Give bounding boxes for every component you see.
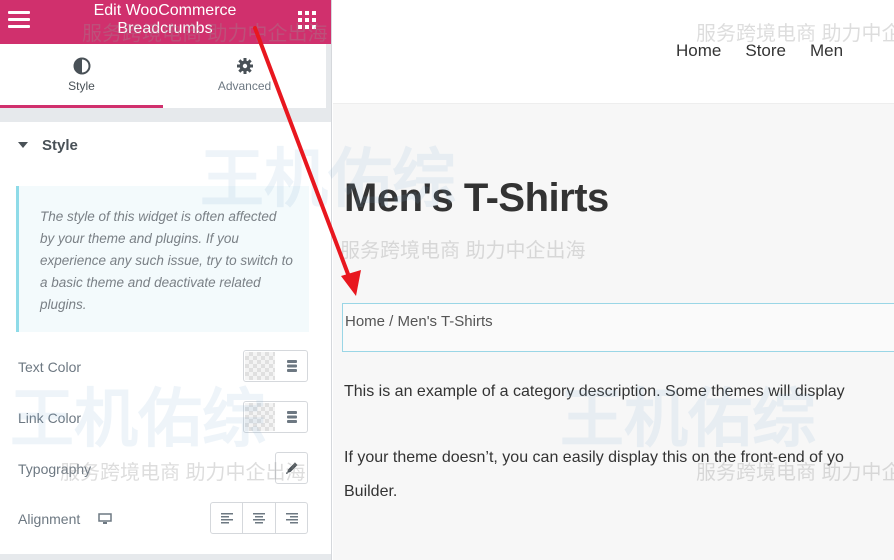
text-color-picker[interactable] bbox=[243, 350, 308, 382]
breadcrumb: Home / Men's T-Shirts bbox=[345, 313, 493, 330]
site-header: Home Store Men bbox=[333, 0, 894, 104]
page-preview: Home Store Men Men's T-Shirts Home / Men… bbox=[333, 0, 894, 560]
breadcrumbs-widget[interactable]: Home / Men's T-Shirts bbox=[342, 303, 894, 352]
typography-control: Typography bbox=[18, 452, 318, 486]
panel-tabs: Style Advanced bbox=[0, 44, 331, 108]
tab-style[interactable]: Style bbox=[0, 44, 163, 108]
tab-advanced-label: Advanced bbox=[217, 79, 272, 93]
color-swatch[interactable] bbox=[245, 403, 275, 431]
contrast-icon bbox=[73, 57, 90, 75]
tab-style-label: Style bbox=[68, 79, 95, 93]
tab-advanced[interactable]: Advanced bbox=[163, 44, 326, 108]
section-title: Style bbox=[42, 137, 78, 154]
alignment-label: Alignment bbox=[18, 511, 81, 527]
caret-down-icon bbox=[18, 142, 28, 148]
text-color-control: Text Color bbox=[18, 350, 318, 384]
hamburger-icon[interactable] bbox=[8, 11, 30, 29]
panel-header: Edit WooCommerce Breadcrumbs bbox=[0, 0, 331, 44]
desktop-icon[interactable] bbox=[98, 513, 112, 525]
alignment-control: Alignment bbox=[18, 502, 318, 536]
panel-title: Edit WooCommerce Breadcrumbs bbox=[93, 2, 237, 37]
align-center-button[interactable] bbox=[243, 503, 276, 533]
align-left-icon bbox=[221, 513, 233, 524]
align-right-icon bbox=[285, 513, 298, 524]
category-description: If your theme doesn’t, you can easily di… bbox=[344, 449, 844, 466]
nav-item-store[interactable]: Store bbox=[745, 41, 786, 61]
editor-panel: Edit WooCommerce Breadcrumbs Style Advan… bbox=[0, 0, 332, 560]
database-icon[interactable] bbox=[287, 360, 297, 372]
category-description: Builder. bbox=[344, 483, 398, 500]
nav-item-home[interactable]: Home bbox=[676, 41, 721, 61]
theme-notice: The style of this widget is often affect… bbox=[16, 186, 309, 332]
typography-edit-button[interactable] bbox=[275, 452, 308, 484]
page-title: Men's T-Shirts bbox=[344, 176, 609, 220]
alignment-buttons bbox=[210, 502, 308, 534]
style-section-toggle[interactable]: Style bbox=[0, 122, 331, 170]
align-center-icon bbox=[253, 513, 266, 524]
main-nav: Home Store Men bbox=[676, 41, 843, 61]
text-color-label: Text Color bbox=[18, 359, 82, 375]
link-color-label: Link Color bbox=[18, 410, 82, 426]
link-color-control: Link Color bbox=[18, 401, 318, 435]
nav-item-men[interactable]: Men bbox=[810, 41, 843, 61]
align-right-button[interactable] bbox=[276, 503, 307, 533]
category-description: This is an example of a category descrip… bbox=[344, 383, 845, 400]
link-color-picker[interactable] bbox=[243, 401, 308, 433]
typography-label: Typography bbox=[18, 461, 92, 477]
grid-icon[interactable] bbox=[298, 11, 316, 29]
pencil-icon bbox=[286, 462, 298, 474]
gear-icon bbox=[236, 58, 253, 74]
align-left-button[interactable] bbox=[211, 503, 244, 533]
color-swatch[interactable] bbox=[245, 352, 275, 380]
controls-area: The style of this widget is often affect… bbox=[0, 170, 331, 554]
database-icon[interactable] bbox=[287, 411, 297, 423]
